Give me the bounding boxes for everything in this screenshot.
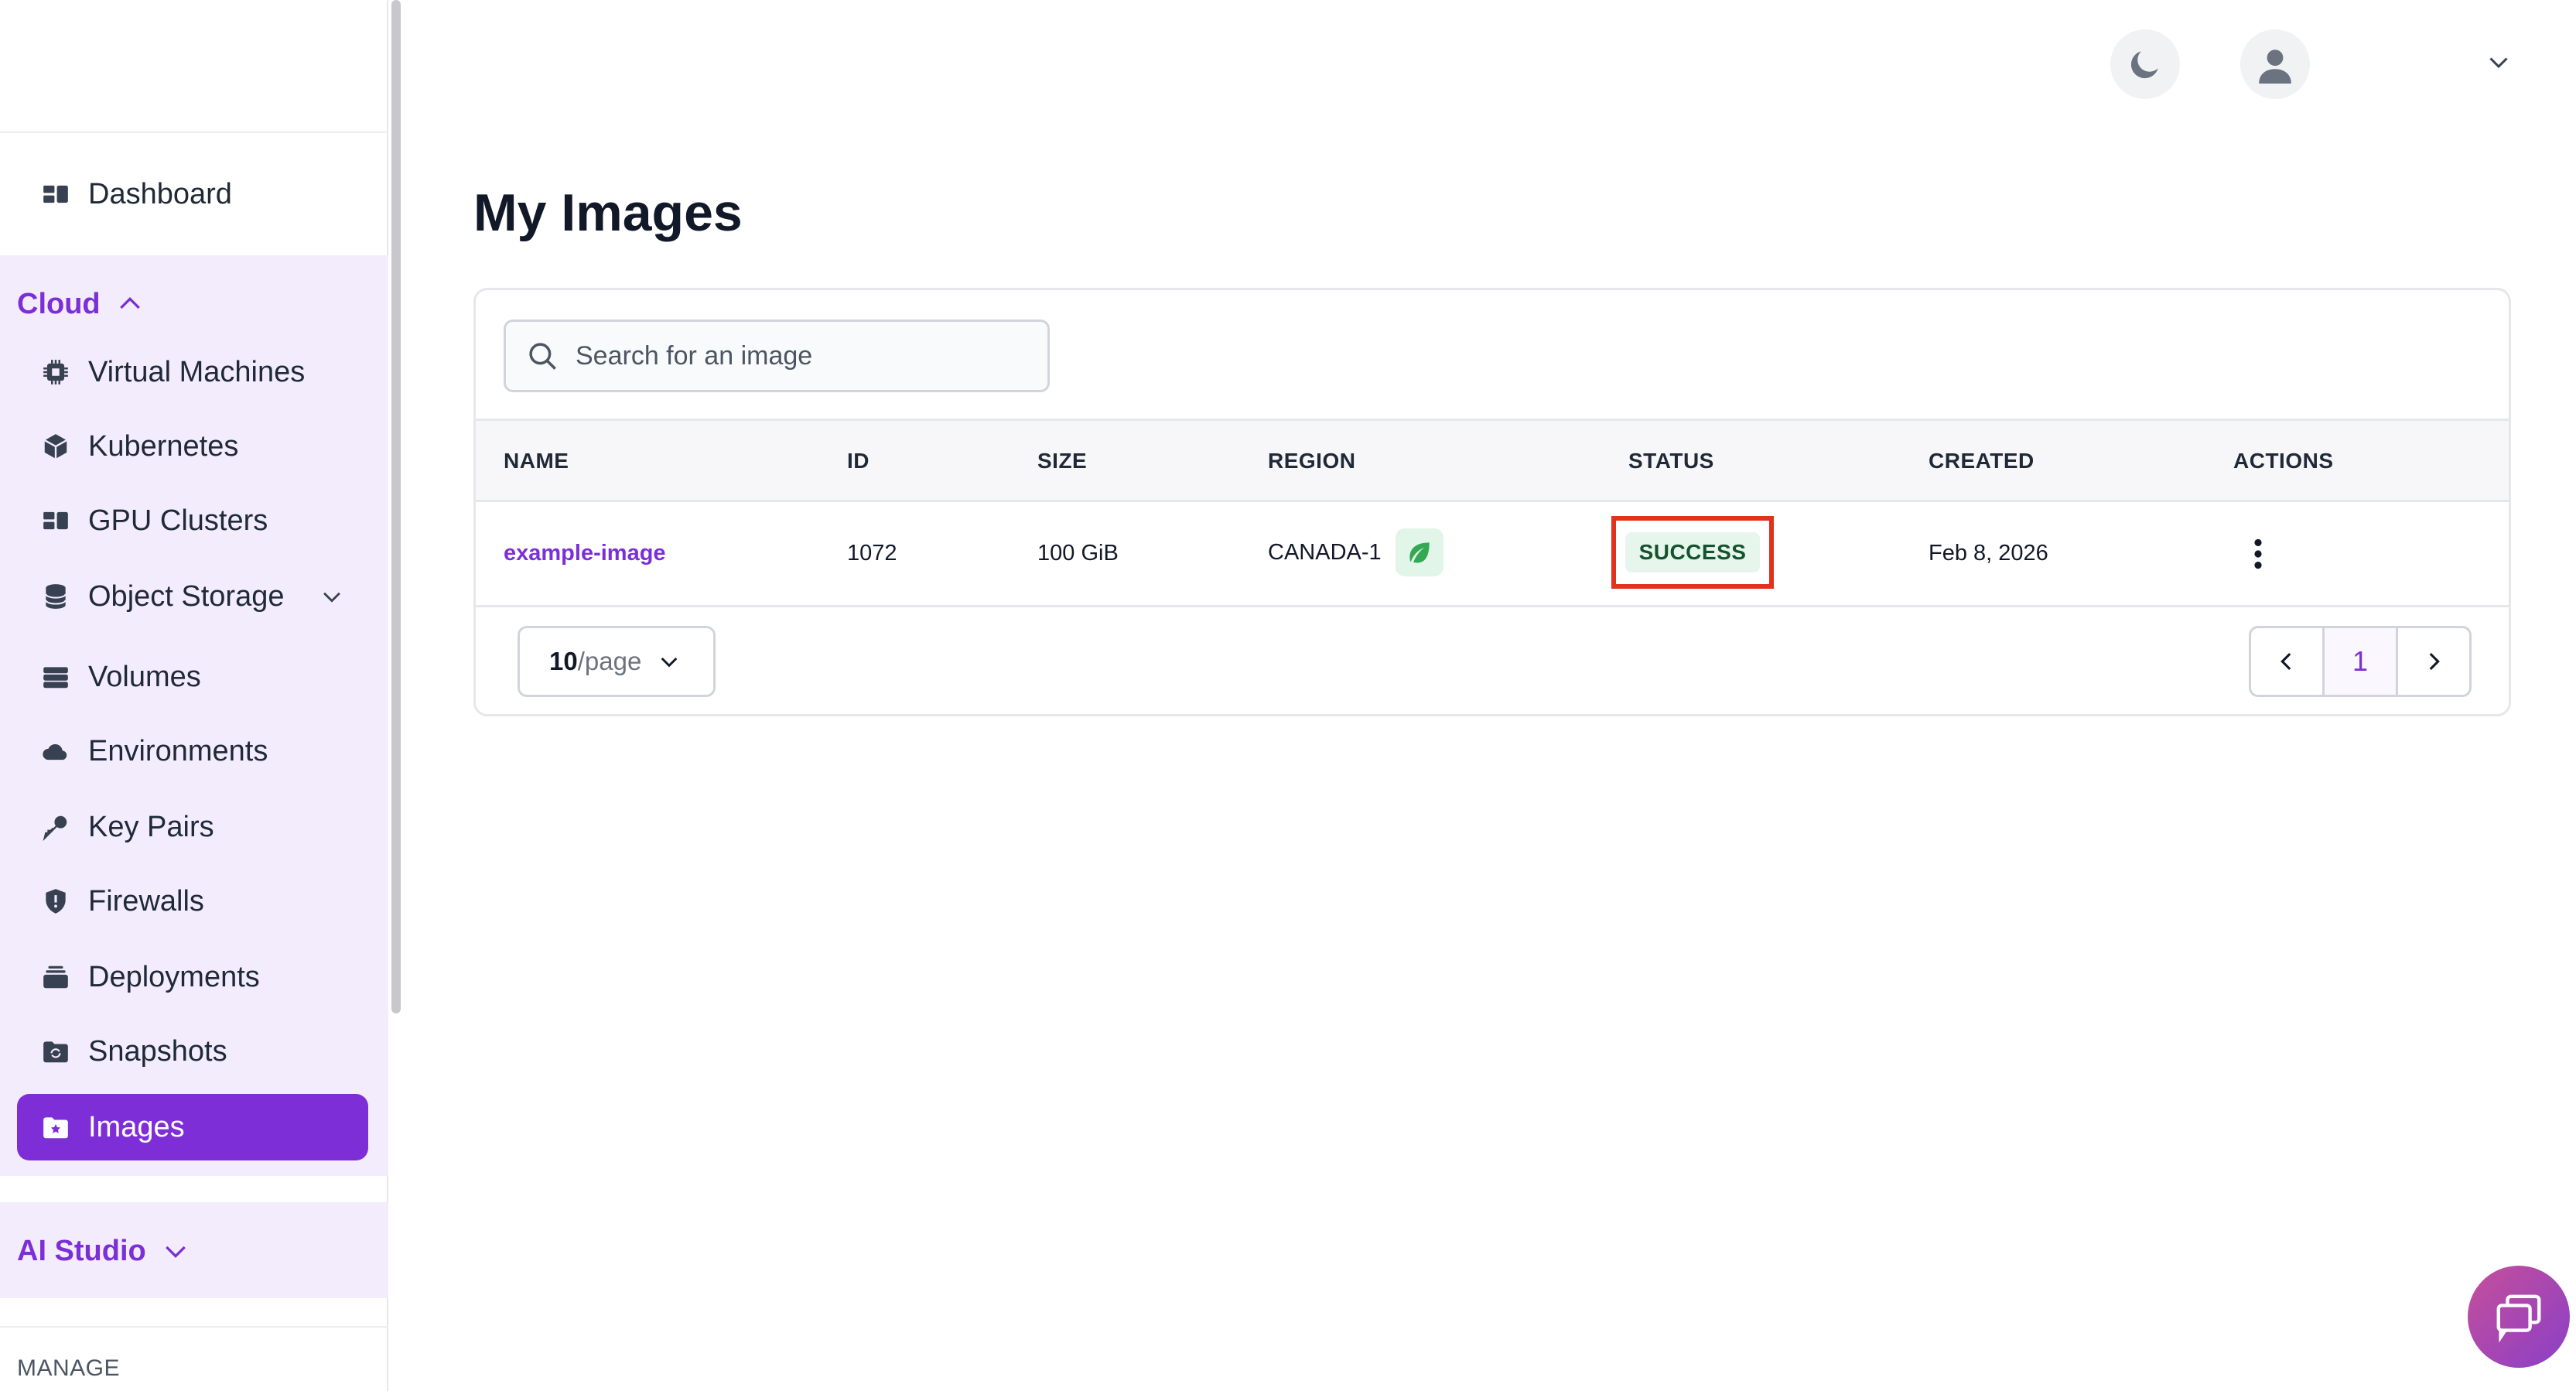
images-card: NAME ID SIZE REGION STATUS CREATED ACTIO…	[473, 288, 2511, 716]
image-id: 1072	[847, 541, 897, 566]
image-created-date: Feb 8, 2026	[1929, 541, 2048, 566]
grid-icon	[40, 505, 71, 536]
per-page-value: 10	[549, 647, 578, 675]
sidebar-scrollbar[interactable]	[391, 0, 401, 1013]
shield-icon	[40, 886, 71, 917]
table-header: NAME ID SIZE REGION STATUS CREATED ACTIO…	[476, 419, 2509, 502]
sidebar-item-deployments[interactable]: Deployments	[17, 944, 368, 1010]
chevron-down-icon	[661, 657, 678, 668]
image-region: CANADA-1	[1268, 528, 1443, 576]
search-box[interactable]	[504, 320, 1050, 392]
server-icon	[40, 661, 71, 692]
dashboard-icon	[40, 179, 71, 210]
avatar-icon	[2259, 50, 2291, 84]
sidebar-item-key-pairs[interactable]: Key Pairs	[17, 794, 368, 860]
column-header-region[interactable]: REGION	[1268, 449, 1355, 473]
green-region-badge	[1395, 528, 1443, 576]
sidebar-item-label: Firewalls	[88, 884, 204, 918]
search-input[interactable]	[576, 340, 1009, 371]
sidebar-item-firewalls[interactable]: Firewalls	[17, 868, 368, 935]
chat-support-button[interactable]	[2468, 1266, 2570, 1368]
sidebar-item-snapshots[interactable]: Snapshots	[17, 1018, 368, 1085]
cloud-group-toggle[interactable]: Cloud	[17, 277, 145, 331]
per-page-select[interactable]: 10 /page	[518, 626, 716, 697]
cube-icon	[40, 431, 71, 462]
image-name-link[interactable]: example-image	[504, 541, 666, 566]
sidebar-item-label: Object Storage	[88, 579, 285, 613]
chevron-down-icon	[165, 1246, 186, 1259]
moon-icon	[2130, 51, 2158, 79]
sidebar-item-label: Images	[88, 1110, 185, 1143]
column-header-id[interactable]: ID	[847, 449, 869, 473]
sidebar-item-kubernetes[interactable]: Kubernetes	[17, 413, 368, 480]
column-header-actions: ACTIONS	[2233, 449, 2334, 473]
image-size: 100 GiB	[1037, 541, 1119, 566]
prev-page-button[interactable]	[2251, 628, 2322, 695]
column-header-status[interactable]: STATUS	[1628, 449, 1714, 473]
sidebar-item-label: Deployments	[88, 960, 260, 993]
user-menu-chevron-icon[interactable]	[2485, 48, 2513, 76]
chevron-left-icon	[2280, 652, 2291, 671]
column-header-name[interactable]: NAME	[504, 449, 569, 473]
region-label: CANADA-1	[1268, 539, 1382, 565]
next-page-button[interactable]	[2396, 628, 2469, 695]
pagination: 1	[2249, 626, 2472, 697]
sidebar-item-label: Snapshots	[88, 1034, 227, 1068]
image-folder-icon	[40, 1112, 71, 1143]
sidebar-item-dashboard[interactable]: Dashboard	[17, 161, 368, 227]
more-actions-icon[interactable]	[2244, 535, 2272, 573]
database-icon	[40, 581, 71, 612]
chat-icon	[2496, 1294, 2541, 1343]
sidebar-divider	[0, 132, 388, 133]
sidebar-item-images[interactable]: Images	[17, 1094, 368, 1160]
key-icon	[40, 812, 71, 842]
sidebar-item-label: Virtual Machines	[88, 355, 306, 388]
cloud-group-label: Cloud	[17, 287, 101, 320]
sidebar-item-gpu-clusters[interactable]: GPU Clusters	[17, 487, 368, 554]
status-highlight-box: SUCCESS	[1611, 516, 1774, 589]
sidebar-item-label: Kubernetes	[88, 429, 239, 463]
snapshot-icon	[40, 1036, 71, 1067]
manage-section-label: MANAGE	[17, 1355, 121, 1381]
per-page-unit: /page	[577, 647, 642, 675]
sidebar-item-label: Key Pairs	[88, 810, 214, 843]
sidebar-item-object-storage[interactable]: Object Storage	[17, 563, 368, 630]
layers-icon	[40, 962, 71, 993]
search-icon	[529, 343, 556, 370]
status-badge: SUCCESS	[1625, 532, 1761, 572]
ai-studio-label: AI Studio	[17, 1234, 146, 1267]
sidebar: Dashboard Cloud Virtual Machines Kuberne…	[0, 0, 388, 1391]
chevron-up-icon	[119, 296, 140, 309]
leaf-icon	[1409, 542, 1430, 563]
sidebar-divider	[0, 1326, 388, 1328]
cloud-icon	[40, 736, 71, 767]
user-avatar-button[interactable]	[2240, 29, 2310, 99]
sidebar-item-environments[interactable]: Environments	[17, 718, 368, 784]
sidebar-item-label: Dashboard	[88, 177, 232, 210]
ai-studio-group-toggle[interactable]: AI Studio	[17, 1224, 191, 1278]
table-row: example-image 1072 100 GiB CANADA-1 SUCC…	[476, 502, 2509, 607]
column-header-created[interactable]: CREATED	[1929, 449, 2034, 473]
page-title: My Images	[473, 183, 743, 242]
column-header-size[interactable]: SIZE	[1037, 449, 1087, 473]
page-1-button[interactable]: 1	[2322, 628, 2396, 695]
sidebar-item-label: Environments	[88, 734, 268, 767]
sidebar-item-label: Volumes	[88, 660, 201, 693]
theme-toggle-button[interactable]	[2110, 29, 2180, 99]
sidebar-item-label: GPU Clusters	[88, 504, 268, 537]
sidebar-item-volumes[interactable]: Volumes	[17, 644, 368, 710]
chevron-down-icon	[323, 592, 340, 603]
sidebar-item-virtual-machines[interactable]: Virtual Machines	[17, 339, 368, 405]
chevron-right-icon	[2429, 652, 2440, 671]
chip-icon	[40, 357, 71, 388]
